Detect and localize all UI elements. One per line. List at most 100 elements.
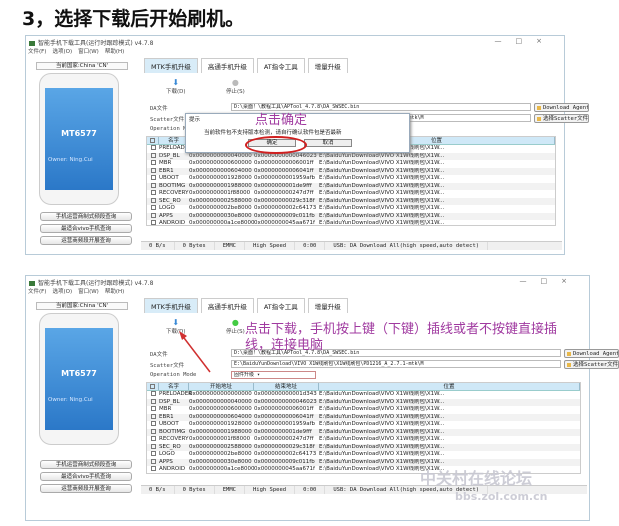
page-heading: 3，选择下载后开始刷机。 [22,8,245,30]
table-row[interactable]: APPS 0x00000000030e8000 0x0000000009c011… [147,212,555,220]
table-row[interactable]: LOGO 0x0000000002be8000 0x0000000002c641… [147,205,555,213]
select-all-checkbox[interactable] [150,138,155,143]
row-checkbox[interactable] [150,391,156,396]
query-button[interactable]: 手机运营商制式频段查询 [40,460,132,469]
status-cell: 0 Bytes [175,242,215,250]
download-agent-button[interactable]: Download Agent [534,103,589,112]
status-cell: USB: DA Download All(high speed,auto det… [325,242,489,250]
annotation-click-ok: 点击确定 [255,113,308,128]
table-row[interactable]: DSP_BL 0x0000000000040000 0x000000000004… [147,398,580,406]
table-row[interactable]: UBOOT 0x0000000001928000 0x0000000001959… [147,421,580,429]
stop-icon: ● [231,318,239,327]
row-checkbox[interactable] [150,145,156,150]
query-button[interactable]: 运营商频段开展查询 [40,484,132,493]
tab[interactable]: 增量升级 [307,58,348,73]
row-checkbox[interactable] [150,458,156,464]
table-row[interactable]: SEC_RO 0x0000000002588000 0x00000000029c… [147,443,580,451]
row-checkbox[interactable] [150,398,156,404]
tab[interactable]: MTK手机升级 [144,58,198,73]
row-checkbox[interactable] [150,190,156,195]
status-cell: 0 B/s [141,486,175,494]
row-checkbox[interactable] [150,175,156,180]
select-all-checkbox[interactable] [150,384,155,389]
stop-button[interactable]: ● 停止(S) [226,318,245,335]
download-arrow-icon: ⬇ [172,78,180,87]
row-checkbox[interactable] [150,443,156,449]
column-header[interactable]: 名字 [159,383,189,390]
download-button[interactable]: ⬇ 下载(D) [166,78,186,95]
column-header[interactable]: 结束地址 [254,383,319,390]
window-controls[interactable]: —□× [520,277,581,285]
table-row[interactable]: RECOVERY 0x0000000001f88000 0x0000000002… [147,190,555,198]
operation-mode-select[interactable]: 固件升级 ▾ [231,371,316,379]
scatter-file-field[interactable]: E:\BaiduYunDownload\VIVO X1W线刷包\X1W线刷包\P… [231,360,561,368]
select-scatter-button[interactable]: 选择Scatter文件 [534,114,589,123]
window-controls[interactable]: —□× [495,37,556,45]
select-scatter-button[interactable]: 选择Scatter文件 [564,360,619,369]
table-row[interactable]: RECOVERY 0x0000000001f88000 0x0000000002… [147,436,580,444]
status-cell: High Speed [245,486,296,494]
cancel-button[interactable]: 取消 [304,139,352,147]
row-checkbox[interactable] [150,428,156,434]
row-checkbox[interactable] [150,197,156,203]
row-checkbox[interactable] [150,451,156,456]
red-arrow [179,331,211,373]
phone-image: MT6577 Owner: Ning.Cui [39,313,119,445]
row-checkbox[interactable] [150,413,156,419]
row-checkbox[interactable] [150,167,156,173]
row-checkbox[interactable] [150,436,156,441]
table-row[interactable]: BOOTIMG 0x0000000001988000 0x0000000001d… [147,182,555,190]
tab[interactable]: AT指令工具 [256,298,305,313]
table-row[interactable]: LOGO 0x0000000002be8000 0x0000000002c641… [147,451,580,459]
table-row[interactable]: EBR1 0x0000000000604000 0x00000000006041… [147,413,580,421]
status-cell: EMMC [215,242,245,250]
phone-image: MT6577 Owner: Ning.Cui [39,73,119,205]
table-row[interactable]: PRELOADER 0x0000000000000000 0x000000000… [147,391,580,399]
country-button[interactable]: 当前国家:China 'CN' [36,302,128,310]
tab[interactable]: 增量升级 [307,298,348,313]
download-arrow-icon: ⬇ [172,318,180,327]
row-checkbox[interactable] [150,421,156,426]
row-checkbox[interactable] [150,182,156,188]
row-checkbox[interactable] [150,205,156,210]
partition-table: 名字开始地址结束地址位置 PRELOADER 0x000000000000000… [146,382,581,474]
table-row[interactable]: SEC_RO 0x0000000002588000 0x00000000029c… [147,197,555,205]
row-checkbox[interactable] [150,466,156,471]
query-button[interactable]: 手机运营商制式频段查询 [40,212,132,221]
row-checkbox[interactable] [150,212,156,218]
status-cell: EMMC [215,486,245,494]
tab[interactable]: 高通手机升级 [200,58,254,73]
row-checkbox[interactable] [150,406,156,411]
status-cell: 0:00 [295,242,326,250]
status-bar: 0 B/s 0 Bytes EMMC High Speed 0:00 USB: DA Do… [141,241,562,250]
table-row[interactable]: ANDROID 0x000000000a1ce8000 0x0000000045… [147,220,555,225]
tab[interactable]: MTK手机升级 [144,298,198,313]
download-agent-button[interactable]: Download Agent [564,349,619,358]
table-row[interactable]: DSP_BL 0x0000000000040000 0x000000000004… [147,152,555,160]
status-cell: 0:00 [295,486,326,494]
query-button[interactable]: 最适合vivo手机查询 [40,472,132,481]
table-row[interactable]: MBR 0x0000000000600000 0x00000000006001f… [147,160,555,168]
column-header[interactable]: 开始地址 [189,383,254,390]
table-row[interactable]: BOOTIMG 0x0000000001988000 0x0000000001d… [147,428,580,436]
table-row[interactable]: UBOOT 0x0000000001928000 0x0000000001959… [147,175,555,183]
annotation-click-download: 点击下载，手机按上键（下键）插线或者不按键直接插线，连接电脑 [245,322,558,353]
country-button[interactable]: 当前国家:China 'CN' [36,62,128,70]
row-checkbox[interactable] [150,152,156,158]
tab[interactable]: AT指令工具 [256,58,305,73]
table-row[interactable]: MBR 0x0000000000600000 0x00000000006001f… [147,406,580,414]
status-cell: High Speed [245,242,296,250]
query-button[interactable]: 运营商频段开展查询 [40,236,132,245]
stop-button[interactable]: ● 停止(S) [226,78,245,95]
tab[interactable]: 高通手机升级 [200,298,254,313]
status-cell: 0 B/s [141,242,175,250]
row-checkbox[interactable] [150,220,156,225]
column-header[interactable]: 位置 [319,383,580,390]
status-cell: 0 Bytes [175,486,215,494]
row-checkbox[interactable] [150,160,156,165]
stop-icon: ● [231,78,239,87]
table-row[interactable]: EBR1 0x0000000000604000 0x00000000006041… [147,167,555,175]
query-button[interactable]: 最适合vivo手机查询 [40,224,132,233]
da-file-field[interactable]: D:\桌面！\教程工具\APTool_4.7.8\DA_SWSEC.bin [231,103,531,111]
highlight-oval [245,136,307,154]
